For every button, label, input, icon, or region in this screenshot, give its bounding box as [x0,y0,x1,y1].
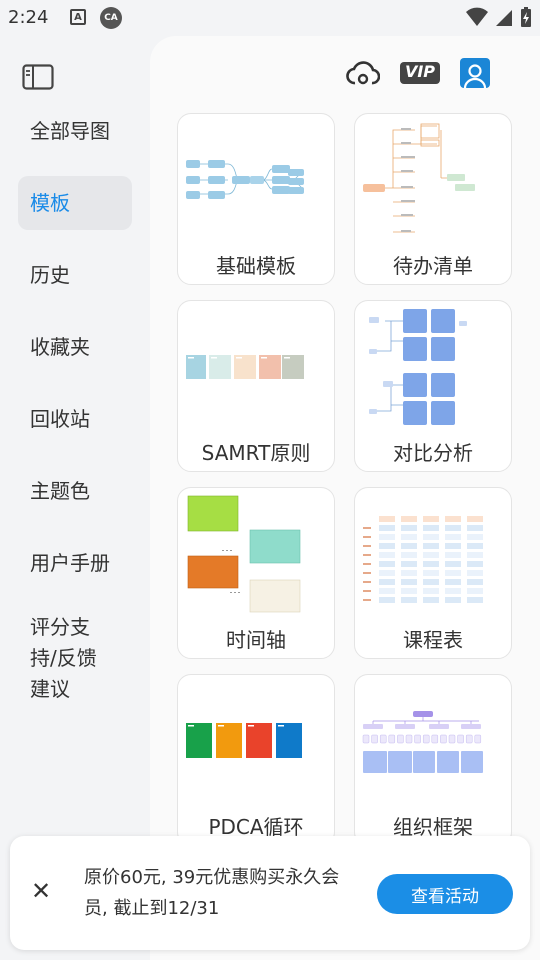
sidebar-item-templates[interactable]: 模板 [18,176,132,230]
sidebar-item-recycle-bin[interactable]: 回收站 [18,392,132,446]
cloud-sync-icon[interactable] [346,59,380,87]
sidebar-item-label: 全部导图 [30,118,110,143]
user-icon[interactable] [460,58,490,88]
template-card-label: 时间轴 [226,628,286,652]
sidebar-item-label: 评分支持/反馈建议 [30,615,97,701]
sidebar-item-label: 模板 [30,190,70,215]
template-card-label: SAMRT原则 [201,441,311,465]
sidebar: 全部导图 模板 历史 收藏夹 回收站 主题色 用户手册 评分支持/反馈建议 [0,36,150,960]
signal-icon [496,10,512,26]
vip-icon[interactable]: VIP [399,62,440,84]
promo-banner: ✕ 原价60元, 39元优惠购买永久会员, 截止到12/31 查看活动 [10,836,530,950]
template-card-basic[interactable]: 基础模板 [177,113,335,285]
header-actions: VIP [346,58,490,88]
template-card-todo[interactable]: 待办清单 [354,113,512,285]
compare-template-preview [369,309,467,425]
basic-template-preview [186,160,304,199]
user-avatar-icon [463,64,487,88]
sidebar-item-user-manual[interactable]: 用户手册 [18,536,132,590]
template-card-org[interactable]: 组织框架 [354,674,512,846]
sidebar-toggle-icon[interactable] [22,64,54,90]
sidebar-item-rate-feedback[interactable]: 评分支持/反馈建议 [18,612,114,712]
sidebar-item-all-maps[interactable]: 全部导图 [18,104,132,158]
sidebar-item-favorites[interactable]: 收藏夹 [18,320,132,374]
template-card-label: 对比分析 [393,441,473,465]
template-card-smart[interactable]: SAMRT原则 [177,300,335,472]
close-icon[interactable]: ✕ [28,878,54,904]
wifi-icon [466,7,488,26]
schedule-template-preview [363,516,483,603]
battery-icon [521,7,531,27]
template-card-pdca[interactable]: PDCA循环 [177,674,335,846]
a-icon: A [70,9,86,25]
timeline-template-preview [187,495,301,613]
template-card-label: 课程表 [403,628,463,652]
todo-template-preview [363,123,475,233]
sidebar-item-theme-color[interactable]: 主题色 [18,464,132,518]
sidebar-item-history[interactable]: 历史 [18,248,132,302]
smart-template-preview [186,355,304,379]
template-card-label: 基础模板 [216,254,296,278]
sidebar-item-label: 主题色 [30,478,90,503]
sidebar-item-label: 收藏夹 [30,334,90,359]
status-right [466,6,532,28]
status-time: 2:24 [8,7,49,28]
promo-text: 原价60元, 39元优惠购买永久会员, 截止到12/31 [84,867,340,919]
template-card-compare[interactable]: 对比分析 [354,300,512,472]
sidebar-item-label: 用户手册 [30,550,110,575]
ca-icon: CA [100,7,122,29]
status-bar: 2:24 A CA [0,0,540,36]
template-card-label: 待办清单 [393,254,473,278]
pdca-template-preview [186,723,302,758]
template-card-schedule[interactable]: 课程表 [354,487,512,659]
template-card-timeline[interactable]: 时间轴 [177,487,335,659]
view-activity-button[interactable]: 查看活动 [377,874,513,914]
sidebar-item-label: 历史 [30,262,70,287]
sidebar-item-label: 回收站 [30,406,90,431]
org-template-preview [362,711,483,773]
